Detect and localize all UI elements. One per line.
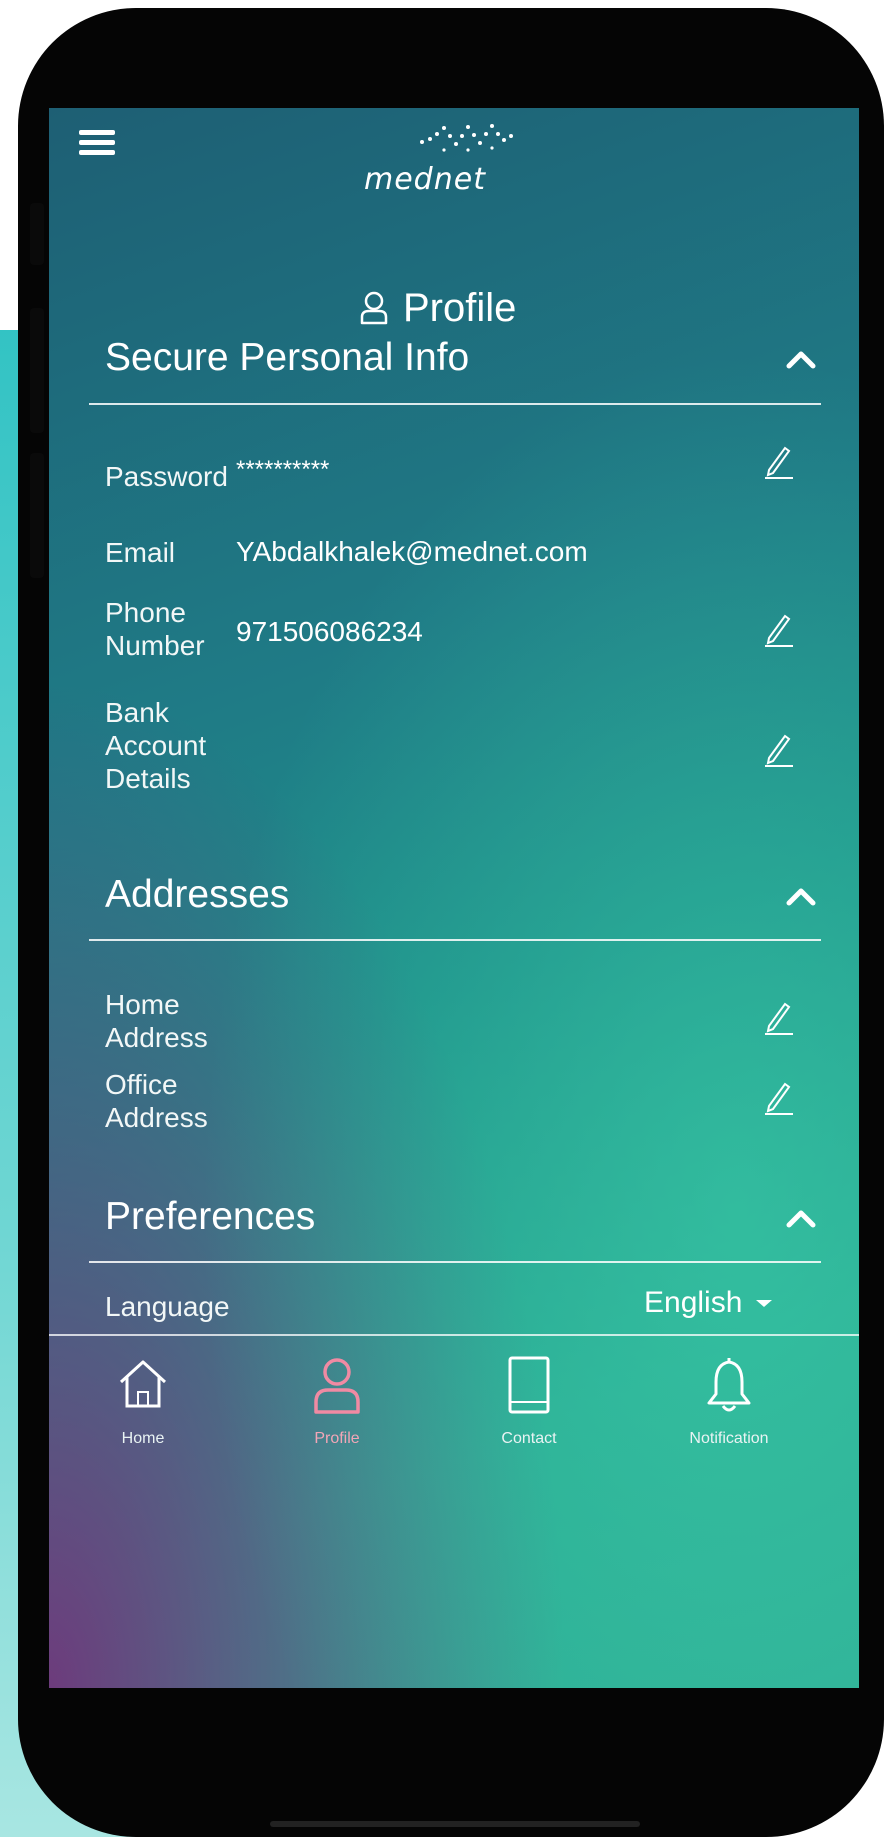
office-address-label-line1: Office	[105, 1069, 178, 1100]
edit-password-icon[interactable]	[761, 440, 795, 480]
tab-label: Home	[121, 1430, 165, 1447]
phone-side-button	[30, 203, 44, 265]
section-title: Preferences	[105, 1195, 316, 1238]
tab-label: Contact	[501, 1430, 557, 1447]
phone-label-line2: Number	[105, 630, 205, 661]
bank-label-line1: Bank	[105, 697, 169, 728]
password-value: **********	[236, 456, 330, 483]
book-icon	[508, 1356, 550, 1414]
section-header-secure-info[interactable]: Secure Personal Info	[105, 336, 821, 396]
home-icon	[119, 1360, 167, 1408]
home-indicator	[270, 1821, 640, 1827]
phone-label-line1: Phone	[105, 597, 186, 628]
section-header-addresses[interactable]: Addresses	[105, 873, 821, 933]
user-icon	[360, 291, 388, 325]
page-title-row: Profile	[359, 278, 516, 338]
section-divider	[89, 1261, 821, 1263]
phone-label: Phone Number	[105, 596, 205, 662]
office-address-label-line2: Address	[105, 1102, 208, 1133]
bank-label-line3: Details	[105, 763, 191, 794]
tab-profile[interactable]: Profile	[257, 1336, 417, 1466]
caret-down-icon	[756, 1300, 773, 1307]
page-title: Profile	[403, 285, 517, 330]
tab-label: Notification	[689, 1430, 769, 1447]
edit-phone-icon[interactable]	[761, 608, 795, 648]
section-title: Addresses	[105, 873, 290, 916]
tab-home[interactable]: Home	[63, 1336, 223, 1466]
section-divider	[89, 403, 821, 405]
section-divider	[89, 939, 821, 941]
bank-label-line2: Account	[105, 730, 207, 761]
home-address-label: Home Address	[105, 988, 208, 1054]
mednet-logo: mednet	[364, 112, 534, 202]
tab-notification[interactable]: Notification	[649, 1336, 809, 1466]
tab-label: Profile	[314, 1430, 360, 1447]
language-dropdown[interactable]: English	[644, 1286, 776, 1320]
office-address-label: Office Address	[105, 1068, 208, 1134]
home-address-label-line1: Home	[105, 989, 180, 1020]
chevron-up-icon[interactable]	[781, 1203, 821, 1233]
email-label: Email	[105, 537, 176, 568]
section-header-preferences[interactable]: Preferences	[105, 1195, 821, 1255]
language-label: Language	[105, 1291, 230, 1322]
bell-icon	[707, 1358, 751, 1412]
section-title: Secure Personal Info	[105, 336, 470, 379]
phone-volume-down-button	[30, 453, 44, 578]
edit-home-address-icon[interactable]	[761, 996, 795, 1036]
hamburger-menu-icon[interactable]	[79, 130, 115, 156]
tab-contact[interactable]: Contact	[449, 1336, 609, 1466]
app-screen: mednet Profile Secure Personal Info Pass…	[49, 108, 859, 1688]
bottom-tab-bar: Home Profile Contact Notification	[49, 1336, 859, 1466]
chevron-up-icon[interactable]	[781, 344, 821, 374]
phone-value: 971506086234	[236, 616, 423, 647]
home-address-label-line2: Address	[105, 1022, 208, 1053]
email-value: YAbdalkhalek@mednet.com	[236, 536, 588, 567]
edit-bank-account-icon[interactable]	[761, 728, 795, 768]
bank-account-label: Bank Account Details	[105, 696, 206, 795]
user-icon	[314, 1358, 360, 1414]
edit-office-address-icon[interactable]	[761, 1076, 795, 1116]
logo-text: mednet	[364, 162, 486, 197]
language-value: English	[644, 1286, 743, 1319]
password-label: Password	[105, 461, 228, 492]
phone-volume-up-button	[30, 308, 44, 433]
chevron-up-icon[interactable]	[781, 881, 821, 911]
logo-dots-icon	[420, 124, 513, 152]
